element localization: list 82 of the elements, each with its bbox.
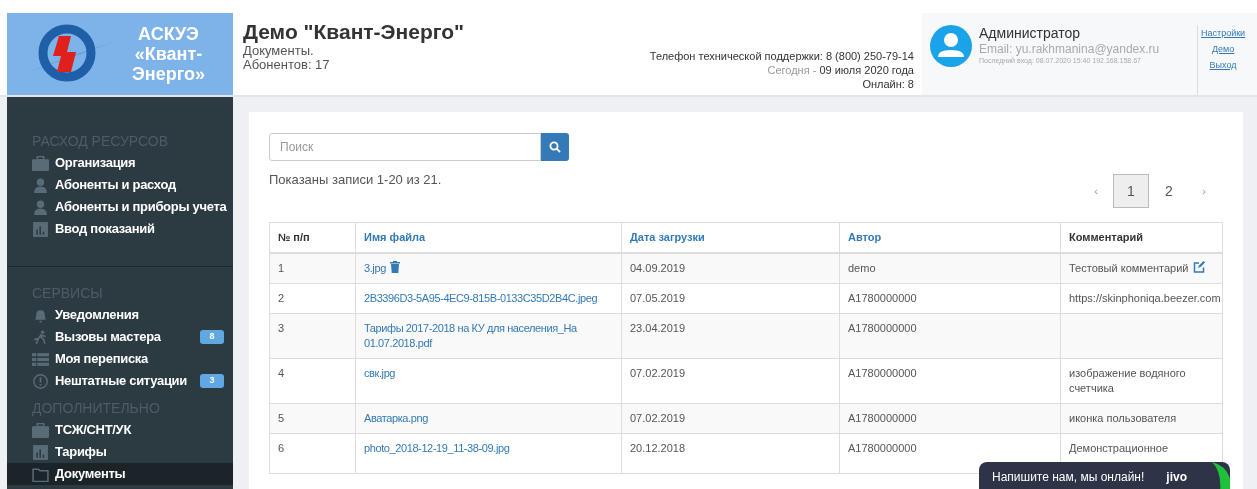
search-icon	[549, 141, 561, 153]
page-title: Демо "Квант-Энерго"	[243, 20, 464, 44]
table-cell: A1780000000	[848, 366, 917, 379]
subscriber-count: Абонентов: 17	[243, 58, 331, 72]
sidebar-item[interactable]: Вызовы мастера 8	[7, 326, 233, 348]
logo-text: АСКУЭ	[138, 24, 199, 44]
page-link[interactable]: 2	[1151, 174, 1187, 208]
sortable-column-header[interactable]: Имя файла	[364, 231, 426, 243]
sidebar-item[interactable]: Документы	[7, 463, 233, 485]
user-email: Email: yu.rakhmanina@yandex.ru	[979, 42, 1161, 56]
table-cell: A1780000000	[848, 291, 917, 304]
logo-text: «Квант-	[134, 44, 203, 64]
online-count: Онлайн: 8	[862, 77, 914, 91]
today-label: Сегодня -	[767, 63, 818, 77]
sidebar-item[interactable]: Организация	[7, 152, 233, 174]
user-link[interactable]: Настройки	[1201, 25, 1246, 41]
table-cell: 07.02.2019	[630, 366, 686, 379]
sidebar-item[interactable]: Ввод показаний	[7, 218, 233, 240]
table-cell: Тестовый комментарий	[1069, 261, 1189, 274]
column-header: Комментарий	[1069, 231, 1144, 243]
table-cell: Демонстрационное	[1069, 441, 1169, 454]
table-cell: 20.12.2018	[630, 441, 686, 454]
list-icon	[32, 351, 49, 367]
bell-icon	[32, 307, 49, 323]
sidebar-item[interactable]: Уведомления	[7, 304, 233, 326]
table-cell: https://skinphoniqa.beezer.com	[1069, 291, 1221, 304]
column-header: № п/п	[278, 231, 310, 243]
sidebar-item[interactable]: ТСЖ/СНТ/УК	[7, 419, 233, 441]
support-phone: Телефон технической поддержки: 8 (800) 250-79-14	[649, 49, 914, 63]
exclamation-circle-icon	[32, 373, 49, 389]
trash-icon[interactable]	[389, 260, 400, 273]
briefcase-icon	[32, 155, 49, 171]
table-cell: A1780000000	[848, 441, 917, 454]
sortable-column-header[interactable]: Дата загрузки	[630, 231, 705, 243]
user-link[interactable]: Выход	[1209, 57, 1237, 73]
sidebar-item[interactable]: Тарифы	[7, 441, 233, 463]
page-link[interactable]: 1	[1113, 174, 1149, 208]
file-link[interactable]: Аватарка.png	[364, 410, 428, 426]
table-cell: demo	[848, 261, 876, 274]
table-cell: изображение водяного счетчика	[1069, 366, 1186, 394]
table-cell: A1780000000	[848, 411, 917, 424]
table-cell: 6	[278, 441, 285, 454]
count-badge: 8	[200, 330, 224, 344]
table-cell: иконка пользователя	[1069, 411, 1177, 424]
running-figure-icon	[32, 329, 49, 345]
table-cell: 07.02.2019	[630, 411, 686, 424]
user-icon	[32, 177, 49, 193]
bar-chart-icon	[32, 221, 49, 237]
today-date: 09 июля 2020 года	[819, 63, 914, 77]
count-badge: 3	[200, 374, 224, 388]
sidebar-item[interactable]: Моя переписка	[7, 348, 233, 370]
table-cell: 07.05.2019	[630, 291, 686, 304]
page-subtitle: Документы.	[243, 44, 315, 58]
table-cell: 3	[278, 321, 285, 334]
sidebar-item[interactable]: Нештатные ситуации 3	[7, 370, 233, 392]
table-cell: 4	[278, 366, 285, 379]
file-link[interactable]: 3.jpg	[364, 260, 386, 276]
folder-icon	[32, 466, 49, 482]
table-cell: 5	[278, 411, 285, 424]
file-link[interactable]: свк.jpg	[364, 365, 396, 381]
table-cell: A1780000000	[848, 321, 917, 334]
edit-icon[interactable]	[1192, 260, 1205, 273]
records-summary: Показаны записи 1-20 из 21.	[269, 171, 442, 189]
table-cell: 23.04.2019	[630, 321, 686, 334]
bar-chart-icon	[32, 444, 49, 460]
search-field[interactable]: Поиск	[269, 133, 541, 161]
user-icon	[32, 199, 49, 215]
logo-text: Энерго»	[132, 64, 205, 84]
briefcase-icon	[32, 422, 49, 438]
table-cell: 1	[278, 261, 285, 274]
chat-brand: jivo	[1166, 469, 1187, 486]
leaf-icon	[1212, 462, 1230, 489]
sidebar-item[interactable]: Абоненты и приборы учета	[7, 196, 233, 218]
avatar-icon	[930, 25, 972, 67]
chat-widget[interactable]: Напишите нам, мы онлайн! jivo	[979, 462, 1230, 489]
user-link[interactable]: Демо	[1211, 41, 1235, 57]
table-cell: 2	[278, 291, 285, 304]
sidebar-item[interactable]: Абоненты и расход	[7, 174, 233, 196]
table-cell: 04.09.2019	[630, 261, 686, 274]
sortable-column-header[interactable]: Автор	[848, 231, 882, 243]
search-button[interactable]	[541, 133, 569, 161]
user-name: Администратор	[979, 25, 1081, 42]
